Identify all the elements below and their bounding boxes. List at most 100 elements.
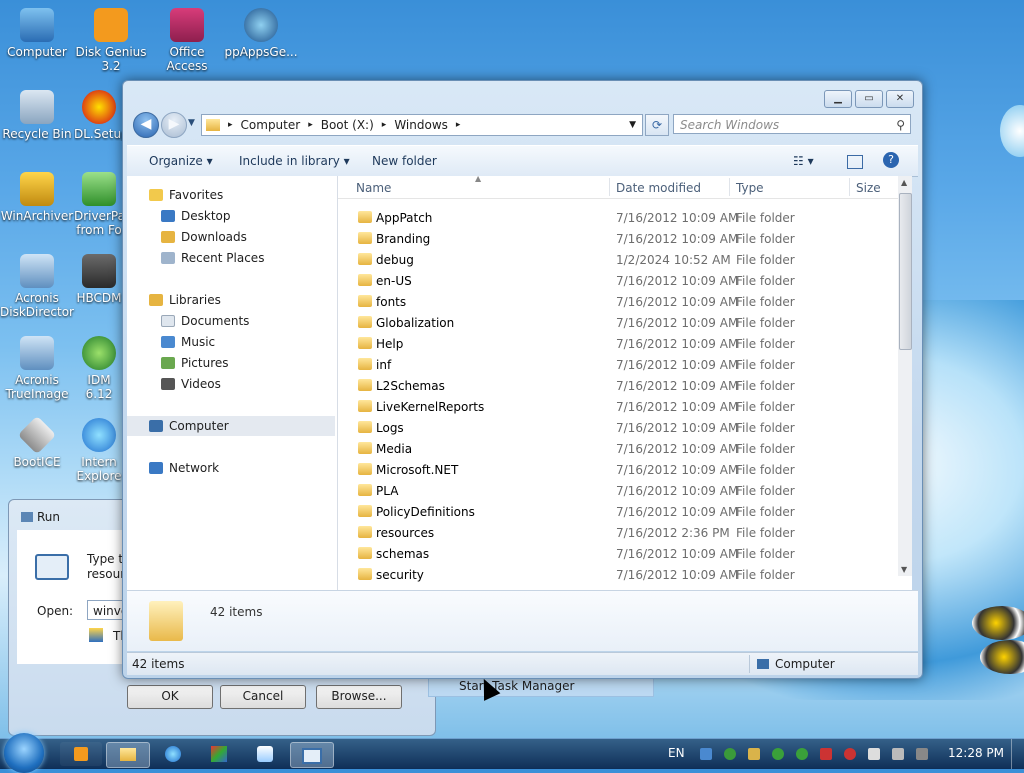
table-row[interactable]: Media 7/16/2012 10:09 AM File folder [338, 438, 898, 459]
tray-icon-4[interactable] [772, 748, 784, 760]
nav-recent-places[interactable]: Recent Places [161, 248, 264, 268]
desktop-icon-dlsetup[interactable]: DL.Setup [74, 90, 124, 141]
file-name: PolicyDefinitions [376, 505, 475, 519]
nav-computer[interactable]: Computer [127, 416, 335, 436]
minimize-button[interactable]: ▁ [824, 90, 852, 108]
search-input[interactable]: Search Windows ⚲ [673, 114, 911, 134]
table-row[interactable]: fonts 7/16/2012 10:09 AM File folder [338, 291, 898, 312]
table-row[interactable]: en-US 7/16/2012 10:09 AM File folder [338, 270, 898, 291]
table-row[interactable]: Branding 7/16/2012 10:09 AM File folder [338, 228, 898, 249]
desktop-icon-computer[interactable]: Computer [0, 8, 74, 59]
address-dropdown-icon[interactable]: ▼ [629, 120, 636, 130]
forward-button[interactable]: ▶ [161, 112, 187, 138]
table-row[interactable]: schemas 7/16/2012 10:09 AM File folder [338, 543, 898, 564]
run-ok-button[interactable]: OK [127, 685, 213, 709]
address-bar[interactable]: ▸ Computer ▸ Boot (X:) ▸ Windows ▸ ▼ [201, 114, 643, 136]
table-row[interactable]: L2Schemas 7/16/2012 10:09 AM File folder [338, 375, 898, 396]
desktop-icon-ppapps[interactable]: ppAppsGe... [224, 8, 298, 59]
start-button[interactable] [4, 733, 44, 773]
back-button[interactable]: ◀ [133, 112, 159, 138]
nav-videos[interactable]: Videos [161, 374, 221, 394]
desktop-icon-hbcdm[interactable]: HBCDM [74, 254, 124, 305]
taskbar-run[interactable] [290, 742, 334, 768]
column-size[interactable]: Size [856, 181, 881, 195]
taskbar-explorer[interactable] [106, 742, 150, 768]
tray-icon-2[interactable] [724, 748, 736, 760]
tray-icon-6[interactable] [820, 748, 832, 760]
table-row[interactable]: resources 7/16/2012 2:36 PM File folder [338, 522, 898, 543]
breadcrumb-separator-icon: ▸ [381, 120, 387, 130]
table-row[interactable]: Microsoft.NET 7/16/2012 10:09 AM File fold… [338, 459, 898, 480]
app-icon [211, 746, 227, 762]
context-menu-start-task-manager[interactable]: Start Task Manager [428, 676, 654, 697]
nav-libraries[interactable]: Libraries [149, 290, 221, 310]
recent-pages-dropdown[interactable]: ▼ [188, 118, 195, 128]
clock[interactable]: 12:28 PM [948, 746, 1004, 760]
table-row[interactable]: debug 1/2/2024 10:52 AM File folder [338, 249, 898, 270]
nav-music[interactable]: Music [161, 332, 215, 352]
taskbar-app-2[interactable] [244, 742, 286, 766]
taskbar-app[interactable] [198, 742, 240, 766]
table-row[interactable]: PolicyDefinitions 7/16/2012 10:09 AM File … [338, 501, 898, 522]
desktop-icon-office-access[interactable]: Office Access [150, 8, 224, 73]
run-browse-button[interactable]: Browse... [316, 685, 402, 709]
nav-downloads[interactable]: Downloads [161, 227, 247, 247]
nav-favorites[interactable]: Favorites [149, 185, 223, 205]
desktop-icon-driverpack[interactable]: DriverPa from Fo [74, 172, 124, 237]
play-icon[interactable] [796, 748, 808, 760]
refresh-button[interactable]: ⟳ [645, 114, 669, 136]
include-in-library-button[interactable]: Include in library ▾ [239, 154, 350, 168]
column-type[interactable]: Type [736, 181, 764, 195]
scroll-up-icon[interactable]: ▲ [901, 178, 907, 187]
tray-icon-7[interactable] [844, 748, 856, 760]
language-indicator[interactable]: EN [668, 746, 685, 760]
close-button[interactable]: ✕ [886, 90, 914, 108]
nav-desktop[interactable]: Desktop [161, 206, 231, 226]
desktop-icon-internet-explorer[interactable]: Intern Explore [74, 418, 124, 483]
taskbar-media-player[interactable] [60, 742, 102, 766]
show-desktop-button[interactable] [1011, 739, 1024, 769]
run-cancel-button[interactable]: Cancel [220, 685, 306, 709]
table-row[interactable]: LiveKernelReports 7/16/2012 10:09 AM File … [338, 396, 898, 417]
explorer-window: ▁ ▭ ✕ ◀ ▶ ▼ ▸ Computer ▸ Boot (X:) ▸ Win… [122, 80, 923, 679]
network-tray-icon[interactable] [892, 748, 904, 760]
nav-pictures[interactable]: Pictures [161, 353, 229, 373]
table-row[interactable]: Globalization 7/16/2012 10:09 AM File fold… [338, 312, 898, 333]
desktop-icon-acronis-trueimage[interactable]: Acronis TrueImage [0, 336, 74, 401]
table-row[interactable]: Help 7/16/2012 10:09 AM File folder [338, 333, 898, 354]
desktop-icon [161, 210, 175, 222]
desktop-icon-acronis-diskdirector[interactable]: Acronis DiskDirector [0, 254, 74, 319]
scroll-down-icon[interactable]: ▼ [901, 565, 907, 574]
breadcrumb-computer[interactable]: Computer [241, 118, 301, 132]
table-row[interactable]: inf 7/16/2012 10:09 AM File folder [338, 354, 898, 375]
nav-network[interactable]: Network [149, 458, 219, 478]
breadcrumb-windows[interactable]: Windows [394, 118, 448, 132]
organize-button[interactable]: Organize ▾ [149, 154, 213, 168]
desktop-icon-idm[interactable]: IDM 6.12 [74, 336, 124, 401]
view-options-icon[interactable]: ☷ ▾ [793, 154, 814, 168]
help-icon[interactable]: ? [883, 152, 899, 168]
new-folder-button[interactable]: New folder [372, 154, 437, 168]
preview-pane-icon[interactable] [847, 155, 863, 169]
desktop-icon-bootice[interactable]: BootICE [0, 415, 74, 469]
desktop-icon-winarchiver[interactable]: WinArchiver [0, 172, 74, 223]
vertical-scrollbar[interactable]: ▲ ▼ [898, 176, 912, 576]
column-date-modified[interactable]: Date modified [616, 181, 701, 195]
desktop-icon-recycle-bin[interactable]: Recycle Bin [0, 90, 74, 141]
tray-icon-3[interactable] [748, 748, 760, 760]
table-row[interactable]: security 7/16/2012 10:09 AM File folder [338, 564, 898, 585]
nav-documents[interactable]: Documents [161, 311, 249, 331]
desktop-icon-diskgenius[interactable]: Disk Genius 3.2 [74, 8, 148, 73]
breadcrumb-boot[interactable]: Boot (X:) [321, 118, 374, 132]
maximize-button[interactable]: ▭ [855, 90, 883, 108]
window-controls: ▁ ▭ ✕ [824, 90, 914, 108]
taskbar-internet-explorer[interactable] [152, 742, 194, 766]
flag-icon[interactable] [868, 748, 880, 760]
tray-icon-1[interactable] [700, 748, 712, 760]
table-row[interactable]: AppPatch 7/16/2012 10:09 AM File folder [338, 207, 898, 228]
vertical-scroll-thumb[interactable] [899, 193, 912, 350]
volume-muted-icon[interactable] [916, 748, 928, 760]
table-row[interactable]: PLA 7/16/2012 10:09 AM File folder [338, 480, 898, 501]
column-name[interactable]: Name [356, 181, 391, 195]
table-row[interactable]: Logs 7/16/2012 10:09 AM File folder [338, 417, 898, 438]
